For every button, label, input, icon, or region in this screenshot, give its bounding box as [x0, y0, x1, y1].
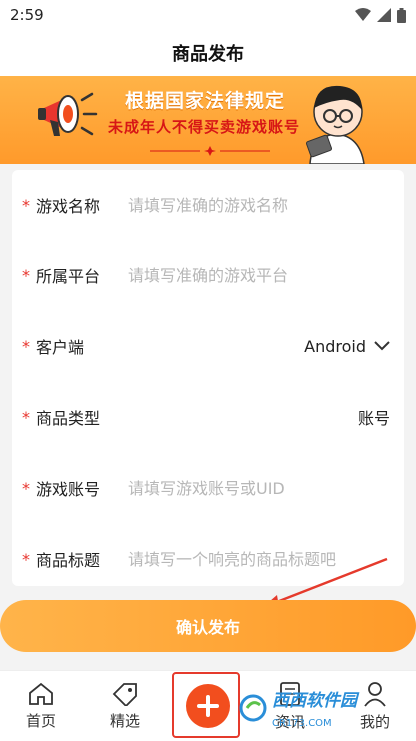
game-account-input[interactable]: [128, 478, 388, 498]
page-title: 商品发布: [172, 44, 244, 65]
client-value: Android: [304, 336, 366, 356]
required-mark: *: [22, 265, 30, 285]
tab-featured[interactable]: 精选: [90, 671, 160, 741]
boy-illustration: [305, 85, 365, 164]
tab-home[interactable]: 首页: [6, 671, 76, 741]
product-type-value[interactable]: 账号: [358, 405, 390, 429]
required-mark: *: [22, 195, 30, 215]
tab-featured-label: 精选: [109, 711, 140, 730]
form-row-client[interactable]: * 客户端 Android: [12, 311, 404, 381]
watermark-text: 西西软件园: [272, 691, 357, 711]
status-time: 2:59: [10, 6, 44, 24]
watermark-sub: CR173.COM: [272, 718, 332, 729]
status-bar: 2:59: [0, 0, 416, 30]
game-account-label: 游戏账号: [36, 480, 101, 499]
client-label: 客户端: [36, 338, 85, 357]
form-row-platform: * 所属平台: [12, 240, 404, 310]
product-title-label: 商品标题: [36, 551, 101, 570]
legal-notice-banner: 根据国家法律规定 未成年人不得买卖游戏账号: [0, 76, 416, 164]
client-select[interactable]: Android: [304, 337, 390, 356]
product-form: * 游戏名称 * 所属平台 * 客户端 Android * 商品类型 账号 * …: [12, 170, 404, 586]
form-row-game-account: * 游戏账号: [12, 453, 404, 523]
confirm-publish-button[interactable]: 确认发布: [0, 600, 416, 652]
chevron-down-icon: [374, 341, 390, 351]
required-mark: *: [22, 478, 30, 498]
tab-publish-button[interactable]: [186, 684, 230, 728]
banner-divider: [150, 146, 270, 156]
required-mark: *: [22, 407, 30, 427]
megaphone-icon: [38, 92, 98, 136]
game-name-label: 游戏名称: [36, 197, 101, 216]
plus-icon: [197, 695, 219, 717]
watermark-text-group: 西西软件园 CR173.COM: [272, 686, 357, 730]
platform-input[interactable]: [128, 265, 388, 285]
required-mark: *: [22, 549, 30, 569]
tab-home-label: 首页: [25, 711, 56, 730]
product-type-label: 商品类型: [36, 409, 101, 428]
status-icons: [355, 7, 406, 23]
watermark-logo-icon: [239, 694, 267, 722]
platform-label: 所属平台: [36, 267, 101, 286]
form-row-game-name: * 游戏名称: [12, 170, 404, 240]
signal-icon: [377, 8, 391, 22]
wifi-icon: [355, 8, 371, 21]
tag-icon: [112, 682, 137, 706]
banner-headline: 根据国家法律规定: [125, 90, 286, 112]
game-name-input[interactable]: [128, 195, 388, 215]
app-header: 商品发布: [0, 30, 416, 76]
site-watermark: 西西软件园 CR173.COM: [238, 686, 388, 730]
required-mark: *: [22, 336, 30, 356]
form-row-product-type[interactable]: * 商品类型 账号: [12, 382, 404, 452]
home-icon: [29, 682, 53, 705]
battery-icon: [397, 7, 406, 23]
banner-subline: 未成年人不得买卖游戏账号: [108, 118, 301, 136]
